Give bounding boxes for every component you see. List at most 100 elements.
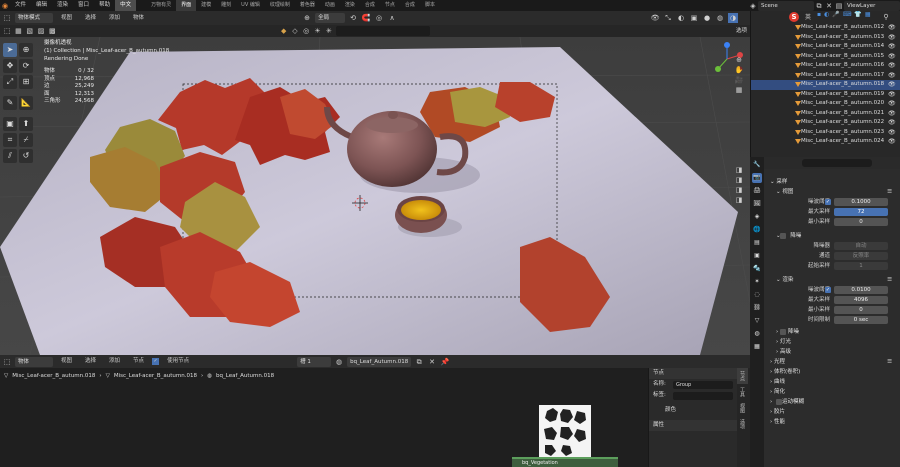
- outliner-item[interactable]: Misc_Leaf-acer_B_autumn.015 👁: [751, 52, 900, 62]
- blender-logo-icon[interactable]: ◉: [0, 1, 10, 11]
- subsection-advanced[interactable]: › 高级: [764, 347, 900, 357]
- time-limit-field[interactable]: 0 sec: [834, 316, 888, 324]
- tab-tool[interactable]: 工具: [737, 384, 748, 400]
- node-editor-canvas[interactable]: [0, 368, 737, 467]
- slot-selector[interactable]: 槽 1: [297, 356, 332, 367]
- select-box-icon[interactable]: ⬚: [3, 26, 11, 36]
- shading-solid-icon[interactable]: ●: [702, 13, 712, 23]
- motion-blur-checkbox[interactable]: [776, 399, 782, 405]
- breadcrumb-item[interactable]: Misc_Leaf-acer_B_autumn.018: [12, 373, 95, 379]
- section-motion-blur[interactable]: › 运动模糊: [764, 397, 900, 407]
- editor-type-icon[interactable]: ⬚: [2, 357, 12, 367]
- select-mode-icon[interactable]: ▦: [14, 26, 22, 36]
- extrude-icon[interactable]: ⬆: [19, 117, 33, 131]
- menu-add[interactable]: 添加: [104, 356, 125, 367]
- section-sampling[interactable]: ⌄ 采样: [764, 177, 900, 187]
- physics-tab-icon[interactable]: ◌: [752, 290, 762, 300]
- data-tab-icon[interactable]: ▽: [752, 316, 762, 326]
- ime-logo-icon[interactable]: S: [789, 12, 799, 22]
- workspace-tab[interactable]: 节点: [380, 0, 400, 11]
- outliner-item[interactable]: Misc_Leaf-acer_B_autumn.024 👁: [751, 137, 900, 147]
- collection-tab-icon[interactable]: ▤: [752, 238, 762, 248]
- tab-node[interactable]: 节点: [737, 368, 748, 384]
- pin-icon[interactable]: 📌: [440, 357, 450, 367]
- outliner-item[interactable]: Misc_Leaf-acer_B_autumn.019 👁: [751, 90, 900, 100]
- node-name-field[interactable]: Group: [673, 381, 733, 389]
- shear-icon[interactable]: ⫽: [3, 149, 17, 163]
- ime-toolbar-icon[interactable]: ▪◐🎤⌨👕▦: [817, 11, 874, 18]
- use-nodes-checkbox[interactable]: ✓: [152, 358, 160, 365]
- scene-tab-icon[interactable]: ◈: [752, 212, 762, 222]
- empty-filter-icon[interactable]: ✳: [325, 26, 333, 36]
- knife-icon[interactable]: ⌿: [19, 133, 33, 147]
- visibility-icon[interactable]: 👁: [650, 13, 660, 23]
- viewport-search-field[interactable]: [335, 26, 430, 36]
- subsection-denoise[interactable]: ⌄ 降噪: [764, 231, 900, 241]
- node-section-header[interactable]: 节点: [649, 368, 737, 379]
- xray-icon[interactable]: ▣: [689, 13, 699, 23]
- section-light-paths[interactable]: › 光程 ☰: [764, 357, 900, 367]
- select-extend-icon[interactable]: ▧: [26, 26, 34, 36]
- scene-selector[interactable]: Scene: [758, 0, 814, 11]
- mode-selector[interactable]: 物体模式: [15, 13, 53, 23]
- render-max-field[interactable]: 4096: [834, 296, 888, 304]
- texture-tab-icon[interactable]: ▦: [752, 342, 762, 352]
- render-denoise-checkbox[interactable]: [780, 329, 786, 335]
- copy-icon[interactable]: ⧉: [414, 357, 424, 367]
- max-samples-field[interactable]: 72: [834, 208, 888, 216]
- outliner-item[interactable]: Misc_Leaf-acer_B_autumn.014 👁: [751, 42, 900, 52]
- workspace-tab[interactable]: 万物有灵: [146, 0, 176, 11]
- menu-view[interactable]: 视图: [56, 13, 77, 24]
- workspace-tab[interactable]: 动画: [320, 0, 340, 11]
- outliner-item[interactable]: Misc_Leaf-acer_B_autumn.017 👁: [751, 71, 900, 81]
- node-props-header[interactable]: 属性: [649, 420, 737, 431]
- menu-add[interactable]: 添加: [104, 13, 125, 24]
- outliner-item[interactable]: Misc_Leaf-acer_B_autumn.022 👁: [751, 118, 900, 128]
- camera-view-icon[interactable]: 🎥: [734, 75, 744, 85]
- section-simplify[interactable]: › 简化: [764, 387, 900, 397]
- language-button[interactable]: 中文: [115, 0, 137, 11]
- filter-icon[interactable]: ⚲: [881, 12, 891, 22]
- shading-render-icon[interactable]: ◑: [728, 13, 739, 23]
- section-performance[interactable]: › 性能: [764, 417, 900, 427]
- workspace-tab[interactable]: UV 编辑: [236, 0, 265, 11]
- material-tab-icon[interactable]: ◍: [752, 329, 762, 339]
- subsection-render-denoise[interactable]: › 降噪: [764, 327, 900, 337]
- close-icon[interactable]: ✕: [427, 357, 437, 367]
- select-tool-icon[interactable]: ➤: [3, 43, 17, 57]
- filter-icon[interactable]: ◆: [279, 26, 287, 36]
- loopcut-icon[interactable]: ⌗: [3, 133, 17, 147]
- outliner-item[interactable]: Misc_Leaf-acer_B_autumn.020 👁: [751, 99, 900, 109]
- gizmo-icon[interactable]: ⤡: [663, 13, 673, 23]
- menu-render[interactable]: 渲染: [52, 0, 73, 11]
- section-film[interactable]: › 胶片: [764, 407, 900, 417]
- spin-icon[interactable]: ↺: [19, 149, 33, 163]
- menu-view[interactable]: 视图: [56, 356, 77, 367]
- shader-type-selector[interactable]: 物体: [15, 356, 53, 367]
- subsection-lights[interactable]: › 灯光: [764, 337, 900, 347]
- min-samples-field[interactable]: 0: [834, 218, 888, 226]
- render-tab-icon[interactable]: 📷: [752, 173, 762, 183]
- 3d-viewport[interactable]: [0, 37, 750, 355]
- camera-filter-icon[interactable]: ◎: [302, 26, 310, 36]
- section-curves[interactable]: › 曲线: [764, 377, 900, 387]
- outliner-item[interactable]: Misc_Leaf-acer_B_autumn.012 👁: [751, 23, 900, 33]
- menu-object[interactable]: 物体: [128, 13, 149, 24]
- tab-options[interactable]: 选项: [737, 416, 748, 432]
- pivot-icon[interactable]: ⟲: [348, 13, 358, 23]
- noise-threshold-checkbox[interactable]: ✓: [825, 199, 831, 205]
- workspace-tab[interactable]: 渲染: [340, 0, 360, 11]
- annotate-tool-icon[interactable]: ✎: [3, 96, 17, 110]
- close-icon[interactable]: ✕: [824, 1, 834, 11]
- pan-icon[interactable]: ✋: [734, 65, 744, 75]
- select-invert-icon[interactable]: ▩: [48, 26, 56, 36]
- snap-icon[interactable]: 🧲: [361, 13, 371, 23]
- denoiser-field[interactable]: 自动: [834, 242, 888, 250]
- material-selector[interactable]: bq_Leaf_Autumn.018: [347, 356, 412, 367]
- subsection-render[interactable]: ⌄ 渲染 ☰: [764, 275, 900, 285]
- overlay-icon[interactable]: ◐: [676, 13, 686, 23]
- move-tool-icon[interactable]: ✥: [3, 59, 17, 73]
- light-filter-icon[interactable]: ☀: [313, 26, 321, 36]
- menu-edit[interactable]: 编辑: [31, 0, 52, 11]
- particles-tab-icon[interactable]: ✶: [752, 277, 762, 287]
